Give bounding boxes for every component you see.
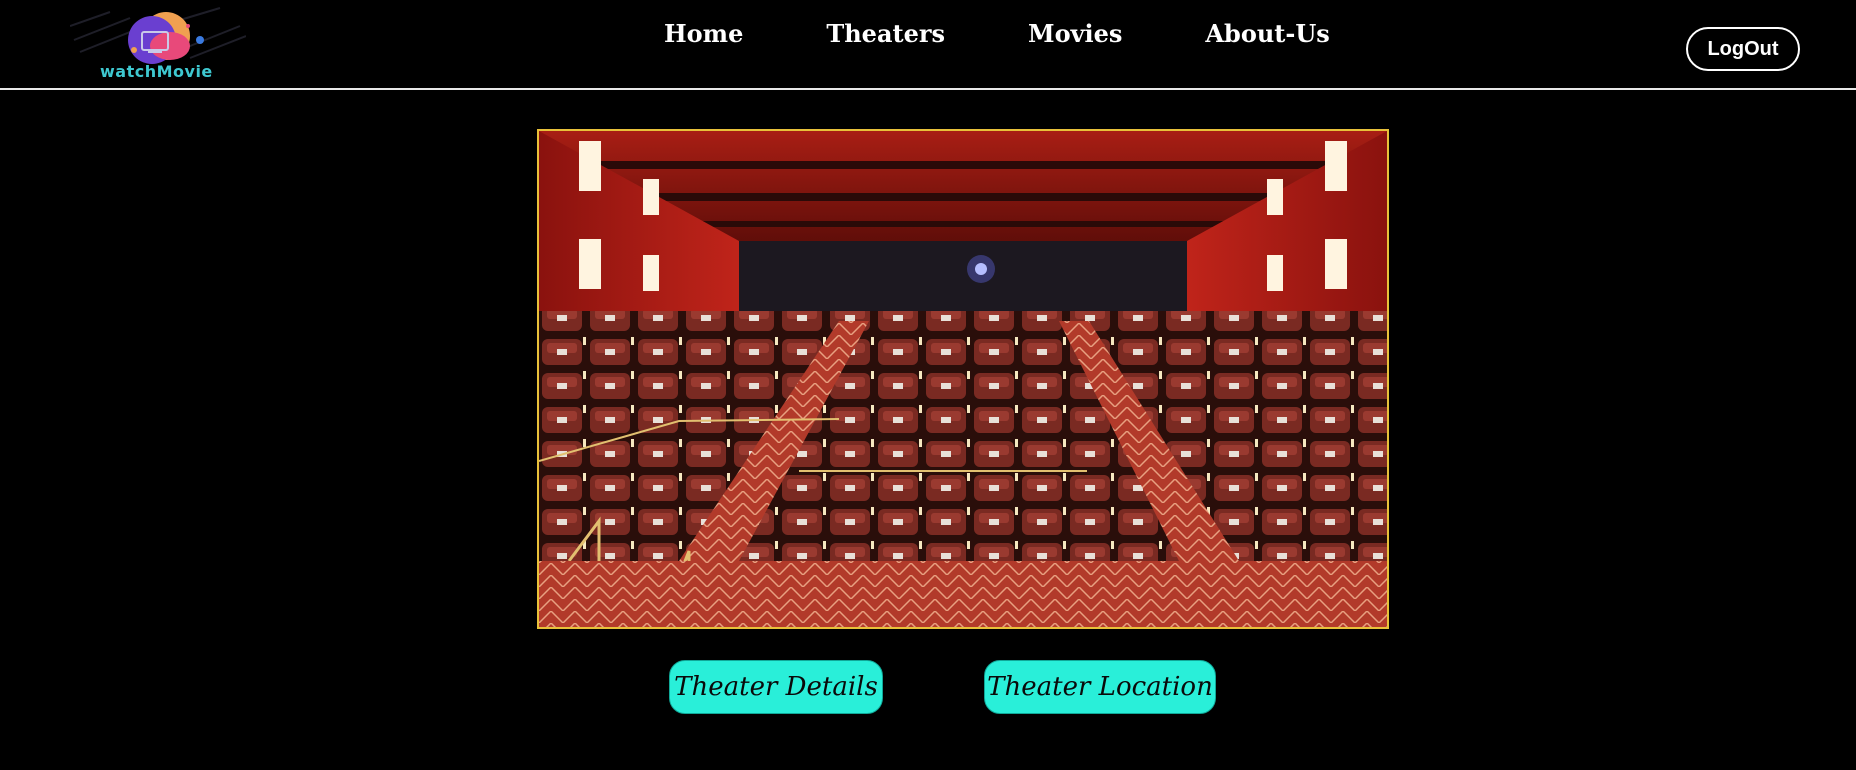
nav-theaters[interactable]: Theaters [826, 16, 945, 52]
logo-text: watchMovie [100, 62, 213, 81]
theater-image [537, 129, 1389, 629]
main-nav: Home Theaters Movies About-Us [664, 16, 1330, 52]
logout-button[interactable]: LogOut [1686, 27, 1800, 71]
theater-location-button[interactable]: Theater Location [984, 660, 1216, 714]
logo-icon [70, 7, 246, 64]
theater-details-button[interactable]: Theater Details [669, 660, 883, 714]
nav-movies[interactable]: Movies [1028, 16, 1122, 52]
nav-home[interactable]: Home [664, 16, 743, 52]
top-navbar: watchMovie Home Theaters Movies About-Us… [0, 0, 1856, 90]
nav-about-us[interactable]: About-Us [1205, 16, 1329, 52]
watchmovie-logo[interactable]: watchMovie [70, 6, 246, 82]
cinema-auditorium-image [539, 131, 1387, 627]
